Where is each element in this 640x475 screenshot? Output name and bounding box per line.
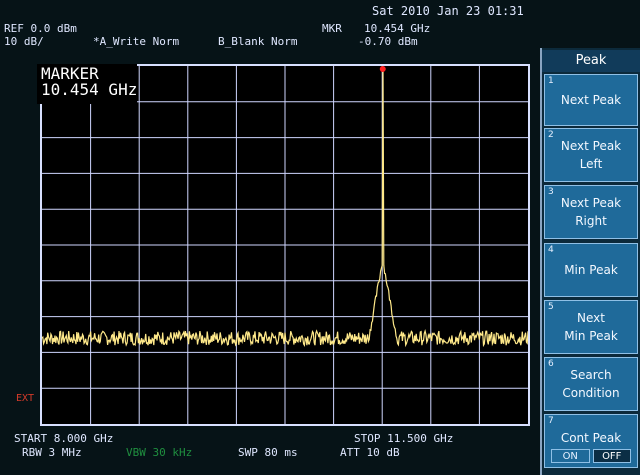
- scale-per-div: 10 dB/: [4, 35, 44, 48]
- softkey-next-peak-left[interactable]: 2 Next Peak Left: [544, 128, 638, 182]
- analyzer-screen: Sat 2010 Jan 23 01:31 REF 0.0 dBm 10 dB/…: [0, 0, 640, 475]
- softkey-label: Next Peak Right: [560, 196, 622, 228]
- softkey-next-peak-right[interactable]: 3 Next Peak Right: [544, 185, 638, 239]
- toggle-off[interactable]: OFF: [592, 449, 631, 463]
- reference-level: REF 0.0 dBm: [4, 22, 77, 35]
- spectrum-plot: [42, 66, 528, 424]
- toggle-on[interactable]: ON: [551, 449, 590, 463]
- marker-point: [379, 66, 386, 72]
- cont-peak-toggle[interactable]: ON OFF: [551, 449, 631, 463]
- trace-b-mode: B_Blank Norm: [218, 35, 298, 48]
- softkey-menu-title: Peak: [542, 50, 640, 72]
- softkey-label: Next Min Peak: [564, 311, 618, 343]
- video-bandwidth: VBW 30 kHz: [126, 446, 193, 459]
- softkey-next-peak[interactable]: 1 Next Peak: [544, 74, 638, 126]
- marker-label: MKR: [322, 22, 342, 35]
- softkey-label: Min Peak: [564, 263, 618, 277]
- stop-frequency: STOP 11.500 GHz: [354, 432, 454, 445]
- softkey-label: Next Peak: [560, 93, 622, 107]
- spectrum-graticule[interactable]: [40, 64, 530, 426]
- graticule-grid: [42, 66, 528, 424]
- softkey-cont-peak[interactable]: 7 Cont Peak ON OFF: [544, 414, 638, 468]
- status-header: Sat 2010 Jan 23 01:31 REF 0.0 dBm 10 dB/…: [0, 0, 540, 52]
- input-attenuation: ATT 10 dB: [340, 446, 400, 459]
- marker-amplitude: -0.70 dBm: [358, 35, 418, 48]
- resolution-bandwidth: RBW 3 MHz: [22, 446, 82, 459]
- softkey-panel: Peak 1 Next Peak 2 Next Peak Left 3 Next…: [540, 48, 640, 475]
- marker-frequency: 10.454 GHz: [364, 22, 431, 35]
- softkey-search-condition[interactable]: 6 Search Condition: [544, 357, 638, 411]
- sweep-time: SWP 80 ms: [238, 446, 298, 459]
- softkey-number: 4: [548, 245, 554, 255]
- softkey-label: Search Condition: [562, 368, 620, 400]
- trace-a-mode: *A_Write Norm: [93, 35, 180, 48]
- softkey-number: 1: [548, 76, 554, 86]
- marker-readout-frequency: 10.454 GHz: [41, 80, 138, 99]
- status-footer: START 8.000 GHz STOP 11.500 GHz RBW 3 MH…: [0, 428, 540, 475]
- marker-readout: MARKER 10.454 GHz: [37, 64, 137, 104]
- softkey-next-min-peak[interactable]: 5 Next Min Peak: [544, 300, 638, 354]
- start-frequency: START 8.000 GHz: [14, 432, 114, 445]
- softkey-number: 7: [548, 416, 554, 426]
- softkey-label: Next Peak Left: [560, 139, 622, 171]
- softkey-min-peak[interactable]: 4 Min Peak: [544, 243, 638, 297]
- softkey-label: Cont Peak: [560, 431, 622, 445]
- datetime: Sat 2010 Jan 23 01:31: [372, 4, 524, 18]
- external-ref-indicator: EXT: [16, 393, 35, 404]
